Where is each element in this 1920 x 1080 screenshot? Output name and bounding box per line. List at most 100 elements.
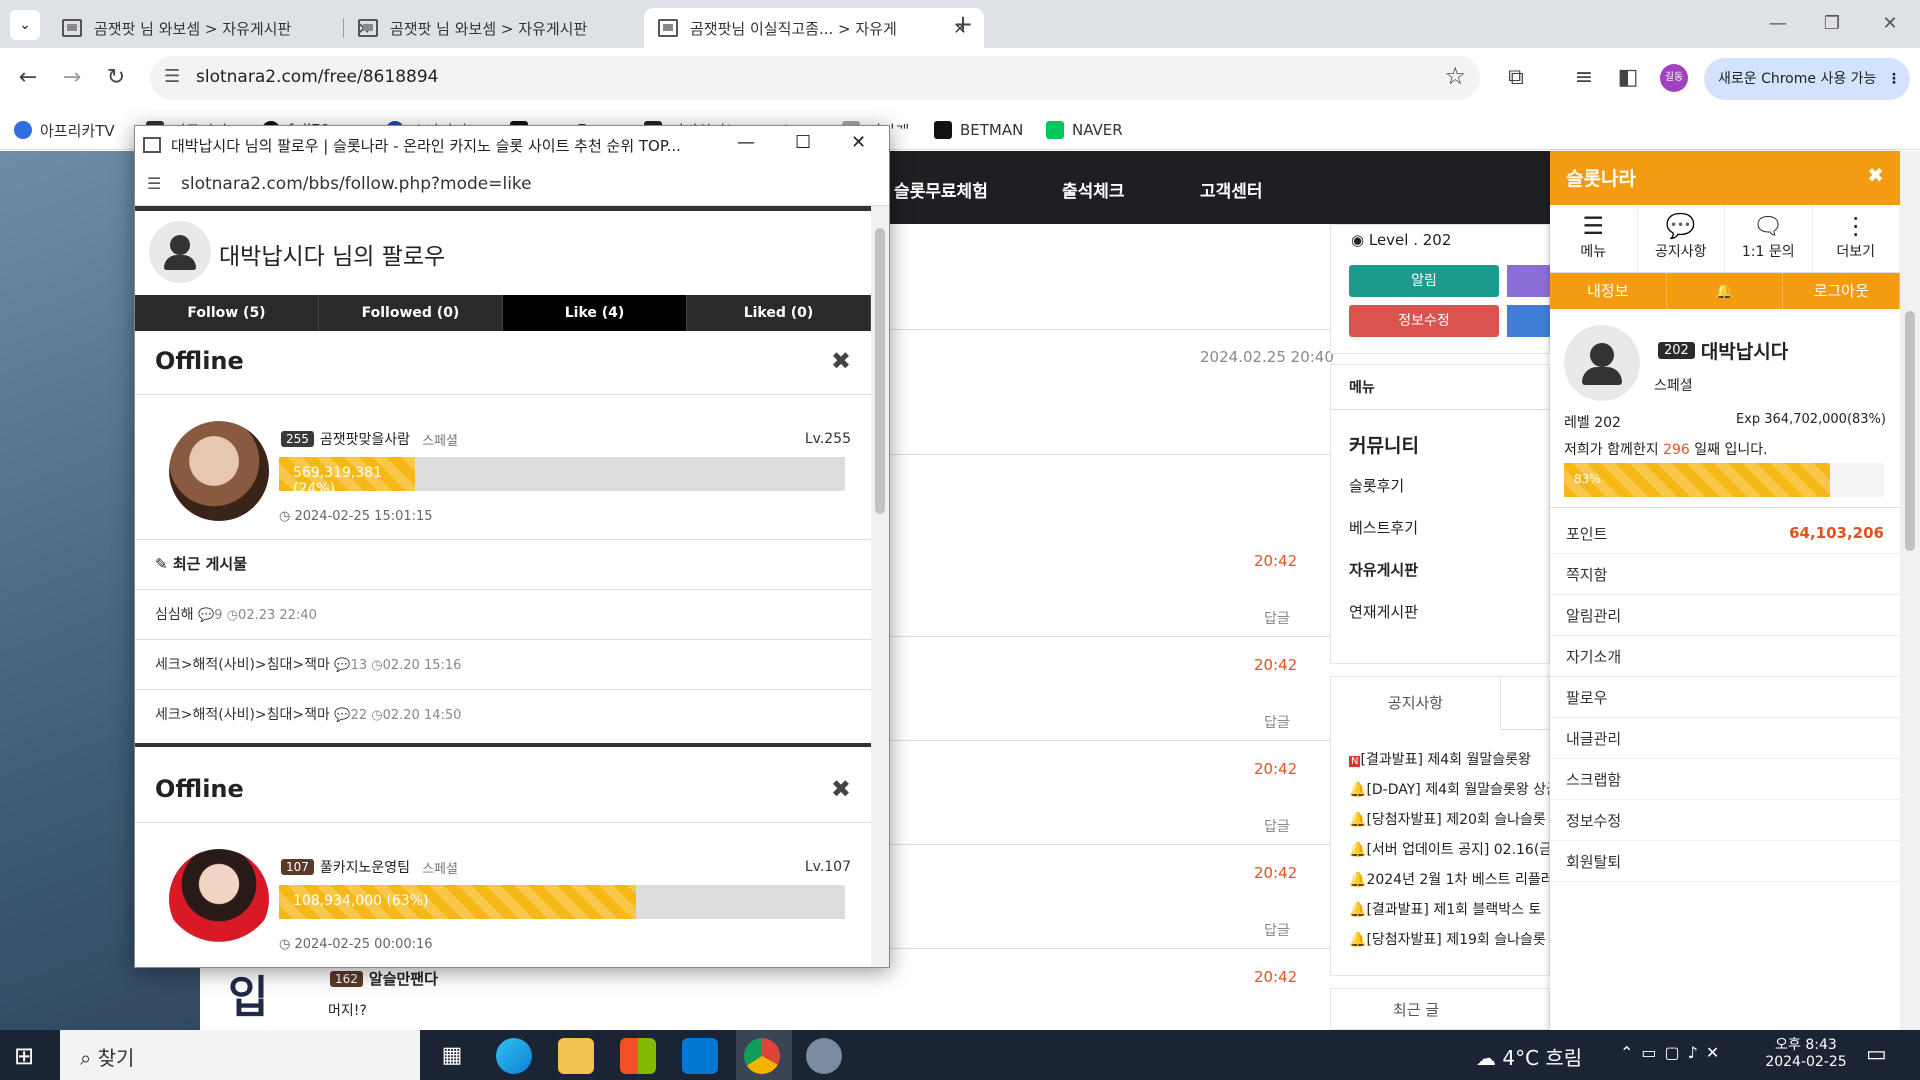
menu-alerts[interactable]: 알림관리 bbox=[1550, 595, 1900, 636]
notice-item[interactable]: 🔔[결과발표] 제1회 블랙박스 토 bbox=[1349, 899, 1549, 929]
notice-item[interactable]: 🔔[당첨자발표] 제19회 슬나슬롯 bbox=[1349, 929, 1549, 959]
weather[interactable]: ☁ 4°C 흐림 bbox=[1476, 1042, 1582, 1071]
menu-intro[interactable]: 자기소개 bbox=[1550, 636, 1900, 677]
bookmark-item[interactable]: BETMAN bbox=[934, 116, 1023, 144]
bookmark-item[interactable]: 아프리카TV bbox=[14, 116, 115, 144]
notice-item[interactable]: 🔔[당첨자발표] 제20회 슬나슬롯 bbox=[1349, 809, 1549, 839]
tab-2[interactable]: 곰잿팟 님 와보셈 > 자유게시판 ✕ bbox=[344, 8, 684, 48]
panel-more-button[interactable]: ⋮ 더보기 bbox=[1813, 205, 1900, 272]
new-tab-icon[interactable]: + bbox=[948, 10, 978, 40]
tab-search-icon[interactable]: ⌄ bbox=[10, 10, 40, 40]
reload-icon[interactable]: ↻ bbox=[100, 62, 132, 94]
tab-like[interactable]: Like (4) bbox=[503, 295, 687, 331]
bell-icon[interactable]: 🔔 bbox=[1667, 273, 1784, 309]
maximize-icon[interactable]: ☐ bbox=[795, 132, 811, 153]
edge-icon[interactable] bbox=[496, 1038, 532, 1074]
back-icon[interactable]: ← bbox=[12, 62, 44, 94]
nav-attendance[interactable]: 출석체크 bbox=[1062, 177, 1125, 202]
popup-heading: 대박납시다 님의 팔로우 bbox=[219, 244, 446, 270]
message-button[interactable] bbox=[1507, 265, 1551, 297]
nav-free-slot[interactable]: 슬롯무료체험 bbox=[894, 177, 988, 202]
menu-follow[interactable]: 팔로우 bbox=[1550, 677, 1900, 718]
tab-followed[interactable]: Followed (0) bbox=[319, 295, 503, 331]
menu-withdraw[interactable]: 회원탈퇴 bbox=[1550, 841, 1900, 882]
taskbar: ⊞ ⌕ 찾기 ▦ ☁ 4°C 흐림 ⌃▭▢♪✕ 오후 8:43 2024-02-… bbox=[0, 1030, 1920, 1080]
panel-inquiry-button[interactable]: 🗨 1:1 문의 bbox=[1725, 205, 1813, 272]
media-icon[interactable]: ≡ bbox=[1568, 62, 1600, 94]
minimize-icon[interactable]: — bbox=[737, 132, 755, 153]
site-info-icon[interactable]: ☰ bbox=[164, 66, 180, 87]
bell-icon: 🔔 bbox=[1349, 782, 1367, 798]
profile-avatar[interactable]: 길동 bbox=[1660, 64, 1688, 92]
taskbar-search[interactable]: ⌕ 찾기 bbox=[60, 1030, 420, 1080]
tab-3-active[interactable]: 곰잿팟님 이실직고좀... > 자유게 ✕ bbox=[644, 8, 984, 48]
page-scrollbar[interactable] bbox=[1900, 151, 1920, 1030]
tab-liked[interactable]: Liked (0) bbox=[687, 295, 871, 331]
user-level: ◉ Level . 202 bbox=[1351, 231, 1452, 249]
user-name[interactable]: 107 풀카지노운영팀 스페셜 bbox=[281, 857, 458, 877]
menu-serial-board[interactable]: 연재게시판 bbox=[1349, 601, 1418, 622]
notice-item[interactable]: 🔔[D-DAY] 제4회 월말슬롯왕 상금 bbox=[1349, 779, 1549, 809]
side-panel-icon[interactable]: ◧ bbox=[1612, 62, 1644, 94]
extensions-icon[interactable]: ⧉ bbox=[1500, 62, 1532, 94]
store-icon[interactable] bbox=[620, 1038, 656, 1074]
reply-link[interactable]: 답글 bbox=[1264, 816, 1290, 836]
reply-link[interactable]: 답글 bbox=[1264, 920, 1290, 940]
tab-follow[interactable]: Follow (5) bbox=[135, 295, 319, 331]
betman-icon bbox=[934, 121, 952, 139]
edit-info-button[interactable]: 정보수정 bbox=[1349, 305, 1499, 337]
address-bar[interactable]: ☰ slotnara2.com/free/8618894 ☆ bbox=[150, 56, 1480, 100]
app-icon[interactable] bbox=[806, 1038, 842, 1074]
close-window-icon[interactable]: ✕ bbox=[1872, 10, 1908, 38]
chrome-icon[interactable] bbox=[744, 1038, 780, 1074]
clock[interactable]: 오후 8:43 2024-02-25 bbox=[1756, 1034, 1856, 1070]
recent-post-item[interactable]: 심심해 💬9 ◷02.23 22:40 bbox=[155, 604, 317, 624]
logout-button[interactable] bbox=[1507, 305, 1551, 337]
minimize-icon[interactable]: — bbox=[1760, 10, 1796, 38]
menu-my-posts[interactable]: 내글관리 bbox=[1550, 718, 1900, 759]
menu-edit-info[interactable]: 정보수정 bbox=[1550, 800, 1900, 841]
bookmark-star-icon[interactable]: ☆ bbox=[1444, 62, 1466, 90]
forward-icon[interactable]: → bbox=[56, 62, 88, 94]
maximize-icon[interactable]: ❐ bbox=[1814, 10, 1850, 38]
menu-best-review[interactable]: 베스트후기 bbox=[1349, 517, 1418, 538]
toolbar: ← → ↻ ☰ slotnara2.com/free/8618894 ☆ ⧉ ≡… bbox=[0, 48, 1920, 110]
menu-scrap[interactable]: 스크랩함 bbox=[1550, 759, 1900, 800]
alert-button[interactable]: 알림 bbox=[1349, 265, 1499, 297]
task-view-icon[interactable]: ▦ bbox=[434, 1038, 470, 1074]
chrome-update-button[interactable]: 새로운 Chrome 사용 가능 ⋮ bbox=[1704, 58, 1910, 100]
level-badge: 162 bbox=[330, 970, 363, 987]
reply-link[interactable]: 답글 bbox=[1264, 608, 1290, 628]
nav-support[interactable]: 고객센터 bbox=[1200, 177, 1263, 202]
recent-post-item[interactable]: 세크>해적(사비)>침대>잭마 💬13 ◷02.20 15:16 bbox=[155, 654, 461, 674]
notice-item[interactable]: N [결과발표] 제4회 월말슬롯왕 bbox=[1349, 749, 1549, 779]
comment-author[interactable]: 162 알슬만팬다 bbox=[330, 968, 438, 989]
reply-link[interactable]: 답글 bbox=[1264, 712, 1290, 732]
panel-menu-button[interactable]: ☰ 메뉴 bbox=[1550, 205, 1638, 272]
url-text[interactable]: slotnara2.com/free/8618894 bbox=[196, 67, 438, 87]
close-icon[interactable]: ✖ bbox=[831, 775, 851, 806]
file-explorer-icon[interactable] bbox=[558, 1038, 594, 1074]
close-icon[interactable]: ✖ bbox=[1867, 163, 1884, 187]
recent-post-item[interactable]: 세크>해적(사비)>침대>잭마 💬22 ◷02.20 14:50 bbox=[155, 704, 461, 724]
tab-notice[interactable]: 공지사항 bbox=[1331, 677, 1501, 729]
tab-my-info[interactable]: 내정보 bbox=[1550, 273, 1667, 309]
menu-inbox[interactable]: 쪽지함 bbox=[1550, 554, 1900, 595]
tab-logout[interactable]: 로그아웃 bbox=[1783, 273, 1901, 309]
panel-notice-button[interactable]: 💬 공지사항 bbox=[1638, 205, 1725, 272]
tab-1[interactable]: 곰잿팟 님 와보셈 > 자유게시판 ✕ bbox=[48, 8, 388, 48]
user-name[interactable]: 255 곰잿팟맞을사람 스페셜 bbox=[281, 429, 458, 449]
close-icon[interactable]: ✖ bbox=[831, 347, 851, 378]
notice-item[interactable]: 🔔[서버 업데이트 공지] 02.16(금) bbox=[1349, 839, 1549, 869]
windows-start-icon[interactable]: ⊞ bbox=[14, 1042, 34, 1070]
popup-scrollbar[interactable] bbox=[871, 206, 889, 967]
close-window-icon[interactable]: ✕ bbox=[851, 132, 866, 153]
menu-slot-review[interactable]: 슬롯후기 bbox=[1349, 475, 1404, 496]
tray-icons[interactable]: ⌃▭▢♪✕ bbox=[1620, 1043, 1727, 1062]
notification-icon[interactable]: ▭ bbox=[1866, 1042, 1887, 1067]
bookmark-item[interactable]: NAVER bbox=[1046, 116, 1123, 144]
tab-recent[interactable]: 최근 글 bbox=[1331, 989, 1501, 1031]
notice-item[interactable]: 🔔2024년 2월 1차 베스트 리플러 bbox=[1349, 869, 1549, 899]
mail-icon[interactable] bbox=[682, 1038, 718, 1074]
menu-free-board[interactable]: 자유게시판 bbox=[1349, 559, 1418, 580]
